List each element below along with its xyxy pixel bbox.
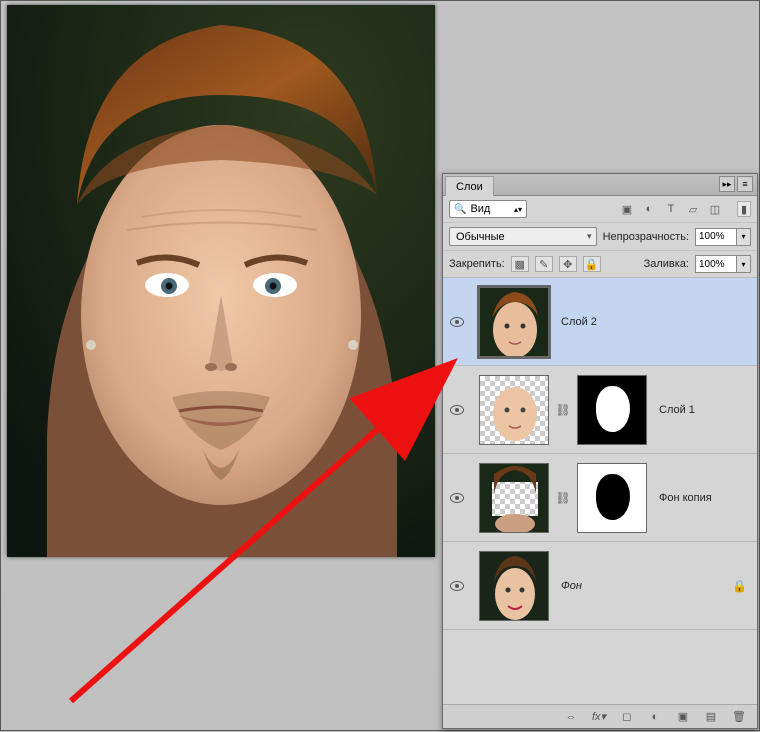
layer-name-label[interactable]: Фон копия [659,492,712,504]
filter-toggle-icon[interactable]: ▮ [737,201,751,217]
lock-pixels-icon[interactable]: ▩ [511,256,529,272]
mask-link-icon[interactable]: ⛓ [557,486,569,510]
shape-filter-icon[interactable]: ▱ [685,201,701,217]
layers-panel: Слои ▸▸ ≡ 🔍 Вид ▴▾ ▣ ◐ T ▱ ◫ ▮ Обы [442,173,758,729]
fill-label: Заливка: [644,258,689,270]
layer-row[interactable]: Фон 🔒 [443,542,757,630]
layer-thumbnail[interactable] [479,463,549,533]
visibility-toggle-icon[interactable] [450,493,464,503]
fill-dropdown-icon[interactable]: ▾ [737,255,751,273]
adjust-filter-icon[interactable]: ◐ [641,201,657,217]
search-icon: 🔍 [454,204,466,215]
layer-thumbnail[interactable] [479,375,549,445]
layers-panel-footer: ⇔ fx▾ ◻ ◐ ▣ ▤ 🗑 [443,704,757,728]
filter-label: Вид [470,203,490,215]
blend-mode-value: Обычные [456,231,505,243]
layer-name-label[interactable]: Слой 1 [659,404,695,416]
blend-mode-dropdown[interactable]: Обычные [449,227,597,246]
blend-opacity-row: Обычные Непрозрачность: 100% ▾ [443,223,757,251]
new-layer-icon[interactable]: ▤ [703,709,719,725]
lock-position-icon[interactable]: ✥ [559,256,577,272]
layer-thumbnail[interactable] [479,287,549,357]
layers-list: Слой 2 ⛓ Слой 1 [443,278,757,704]
layer-name-label[interactable]: Слой 2 [561,316,597,328]
lock-brush-icon[interactable]: ✎ [535,256,553,272]
chevron-updown-icon: ▴▾ [514,205,522,214]
group-icon[interactable]: ▣ [675,709,691,725]
mask-link-icon[interactable]: ⛓ [557,398,569,422]
panel-collapse-icon[interactable]: ▸▸ [719,176,735,192]
app-workspace: Слои ▸▸ ≡ 🔍 Вид ▴▾ ▣ ◐ T ▱ ◫ ▮ Обы [0,0,760,731]
opacity-label: Непрозрачность: [603,231,689,243]
link-layers-icon[interactable]: ⇔ [563,709,579,725]
layer-thumbnail[interactable] [479,551,549,621]
lock-all-icon[interactable]: 🔒 [583,256,601,272]
visibility-toggle-icon[interactable] [450,317,464,327]
layer-mask-thumbnail[interactable] [577,375,647,445]
layer-row[interactable]: Слой 2 [443,278,757,366]
lock-fill-row: Закрепить: ▩ ✎ ✥ 🔒 Заливка: 100% ▾ [443,251,757,278]
opacity-input[interactable]: 100% [695,228,737,246]
visibility-toggle-icon[interactable] [450,405,464,415]
lock-icon: 🔒 [732,579,747,593]
fx-icon[interactable]: fx▾ [591,709,607,725]
fill-input[interactable]: 100% [695,255,737,273]
layer-name-label[interactable]: Фон [561,580,582,592]
smart-filter-icon[interactable]: ◫ [707,201,723,217]
opacity-dropdown-icon[interactable]: ▾ [737,228,751,246]
composited-photo [7,5,435,557]
tab-layers[interactable]: Слои [445,176,494,196]
document-canvas[interactable] [7,5,435,557]
panel-menu-icon[interactable]: ≡ [737,176,753,192]
lock-label: Закрепить: [449,258,505,270]
type-filter-icon[interactable]: T [663,201,679,217]
add-mask-icon[interactable]: ◻ [619,709,635,725]
layer-row[interactable]: ⛓ Фон копия [443,454,757,542]
visibility-toggle-icon[interactable] [450,581,464,591]
layer-mask-thumbnail[interactable] [577,463,647,533]
adjustment-layer-icon[interactable]: ◐ [647,709,663,725]
panel-tabbar: Слои ▸▸ ≡ [443,174,757,196]
trash-icon[interactable]: 🗑 [731,709,747,725]
layer-filter-dropdown[interactable]: 🔍 Вид ▴▾ [449,200,527,218]
layer-row[interactable]: ⛓ Слой 1 [443,366,757,454]
image-filter-icon[interactable]: ▣ [619,201,635,217]
layer-search-row: 🔍 Вид ▴▾ ▣ ◐ T ▱ ◫ ▮ [443,196,757,223]
